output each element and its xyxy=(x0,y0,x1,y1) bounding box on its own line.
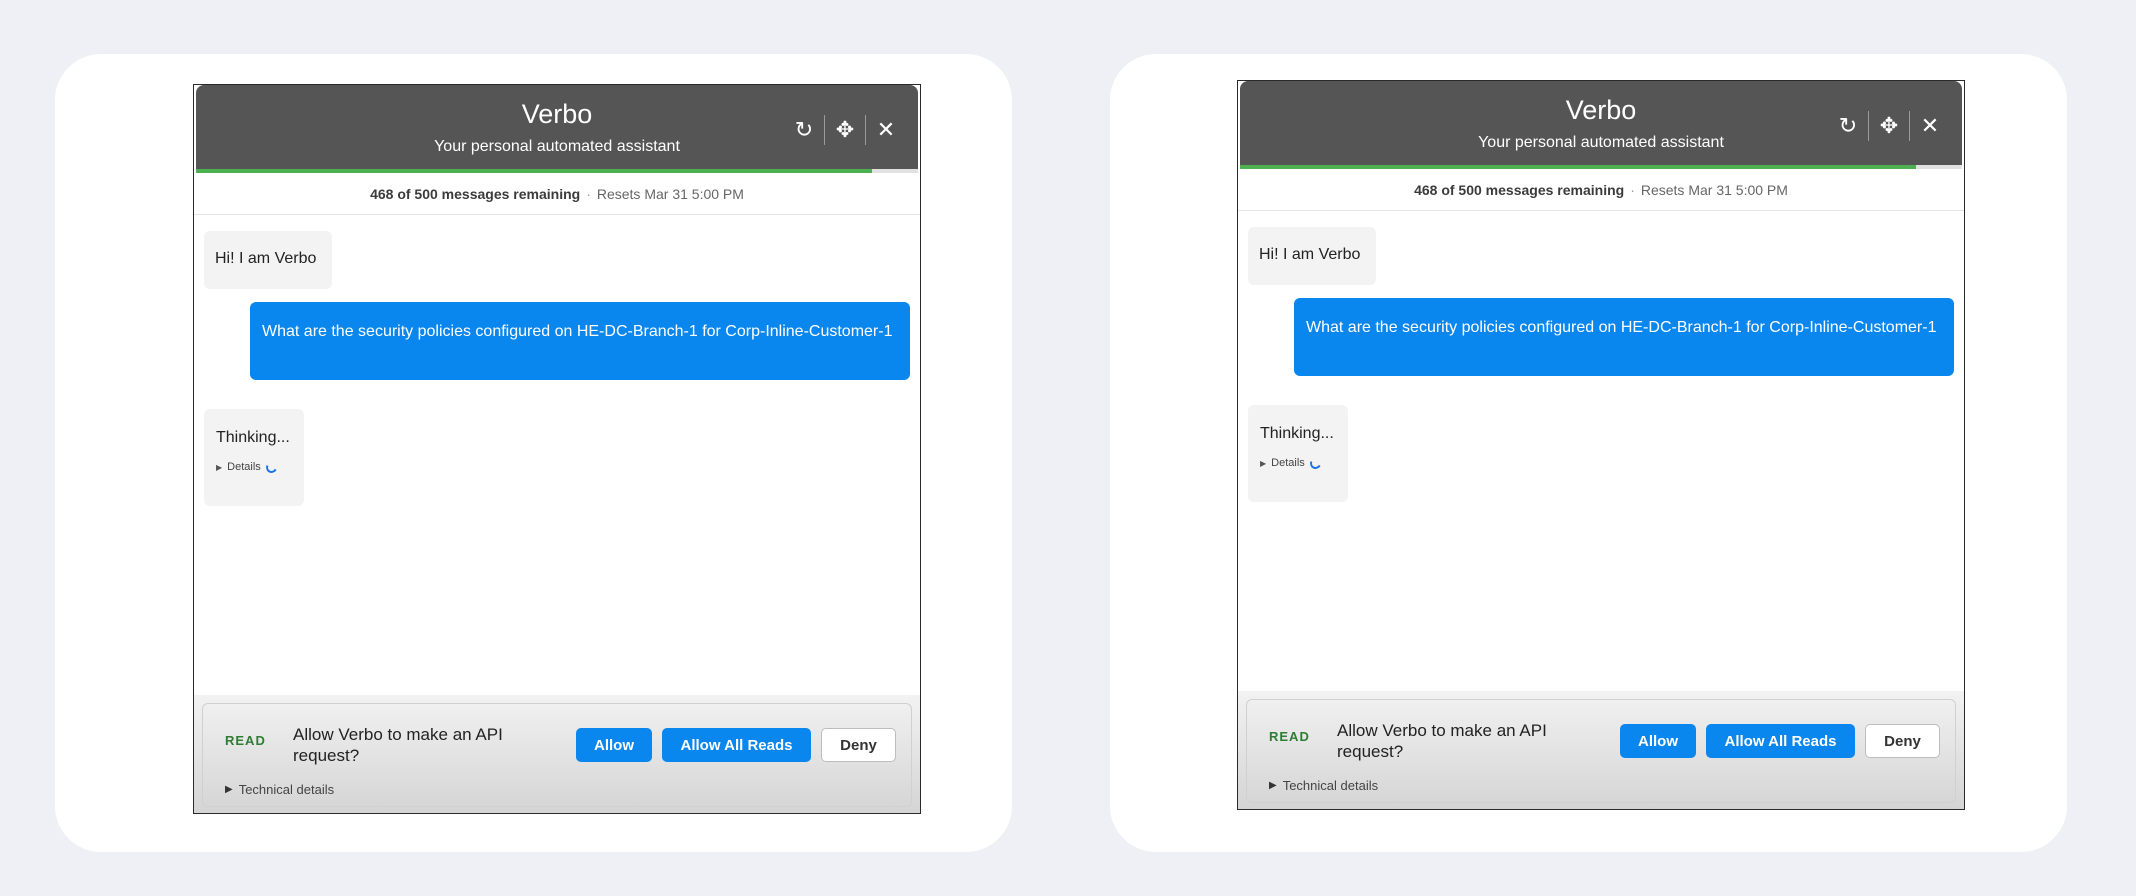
loading-spinner-icon xyxy=(1308,455,1323,471)
deny-button[interactable]: Deny xyxy=(1865,724,1940,758)
chat-window: Verbo Your personal automated assistant … xyxy=(1237,80,1965,810)
header-actions: ↻ ✥ ✕ xyxy=(1828,109,1950,143)
details-label: Details xyxy=(1271,457,1305,469)
technical-details-toggle[interactable]: ▶ Technical details xyxy=(1269,778,1378,793)
screenshot-card-left: Verbo Your personal automated assistant … xyxy=(55,54,1012,852)
move-icon[interactable]: ✥ xyxy=(825,113,865,147)
caret-right-icon: ▶ xyxy=(225,784,233,795)
details-toggle[interactable]: ▶ Details xyxy=(216,459,292,475)
bot-message-thinking: Thinking... ▶ Details xyxy=(1248,405,1348,502)
header-actions: ↻ ✥ ✕ xyxy=(784,113,906,147)
details-toggle[interactable]: ▶ Details xyxy=(1260,455,1336,471)
chat-header[interactable]: Verbo Your personal automated assistant … xyxy=(1240,81,1962,169)
close-icon[interactable]: ✕ xyxy=(1910,109,1950,143)
caret-right-icon: ▶ xyxy=(1269,780,1277,791)
bot-message-greeting: Hi! I am Verbo xyxy=(204,231,332,289)
technical-details-label: Technical details xyxy=(1282,778,1379,793)
caret-right-icon: ▶ xyxy=(216,462,223,472)
permission-request: READ Allow Verbo to make an API request?… xyxy=(1246,699,1956,803)
technical-details-toggle[interactable]: ▶ Technical details xyxy=(225,782,334,797)
quota-status: 468 of 500 messages remaining · Resets M… xyxy=(194,173,920,215)
bot-message-thinking: Thinking... ▶ Details xyxy=(204,409,304,506)
thinking-text: Thinking... xyxy=(216,429,290,446)
chat-header[interactable]: Verbo Your personal automated assistant … xyxy=(196,85,918,173)
allow-all-reads-button[interactable]: Allow All Reads xyxy=(662,728,811,762)
close-icon[interactable]: ✕ xyxy=(866,113,906,147)
caret-right-icon: ▶ xyxy=(1260,458,1267,468)
read-badge: READ xyxy=(1269,729,1310,744)
user-message: What are the security policies configure… xyxy=(250,302,910,380)
quota-reset: Resets Mar 31 5:00 PM xyxy=(1640,181,1788,198)
move-icon[interactable]: ✥ xyxy=(1869,109,1909,143)
permission-prompt: Allow Verbo to make an API request? xyxy=(293,725,503,765)
user-message: What are the security policies configure… xyxy=(1294,298,1954,376)
quota-separator: · xyxy=(1630,181,1635,198)
thinking-text: Thinking... xyxy=(1260,425,1334,442)
permission-area: READ Allow Verbo to make an API request?… xyxy=(1238,691,1964,809)
quota-status: 468 of 500 messages remaining · Resets M… xyxy=(1238,169,1964,211)
bot-message-greeting: Hi! I am Verbo xyxy=(1248,227,1376,285)
quota-count: 468 of 500 messages remaining xyxy=(370,185,581,202)
loading-spinner-icon xyxy=(264,459,279,475)
permission-area: READ Allow Verbo to make an API request?… xyxy=(194,695,920,813)
chat-window: Verbo Your personal automated assistant … xyxy=(193,84,921,814)
quota-reset: Resets Mar 31 5:00 PM xyxy=(596,185,744,202)
permission-prompt: Allow Verbo to make an API request? xyxy=(1337,721,1547,761)
quota-separator: · xyxy=(586,185,591,202)
allow-button[interactable]: Allow xyxy=(1620,724,1696,758)
read-badge: READ xyxy=(225,733,266,748)
details-label: Details xyxy=(227,461,261,473)
deny-button[interactable]: Deny xyxy=(821,728,896,762)
refresh-icon[interactable]: ↻ xyxy=(784,113,824,147)
screenshot-card-right: Verbo Your personal automated assistant … xyxy=(1110,54,2067,852)
allow-button[interactable]: Allow xyxy=(576,728,652,762)
allow-all-reads-button[interactable]: Allow All Reads xyxy=(1706,724,1855,758)
technical-details-label: Technical details xyxy=(238,782,335,797)
permission-request: READ Allow Verbo to make an API request?… xyxy=(202,703,912,807)
quota-count: 468 of 500 messages remaining xyxy=(1414,181,1625,198)
refresh-icon[interactable]: ↻ xyxy=(1828,109,1868,143)
